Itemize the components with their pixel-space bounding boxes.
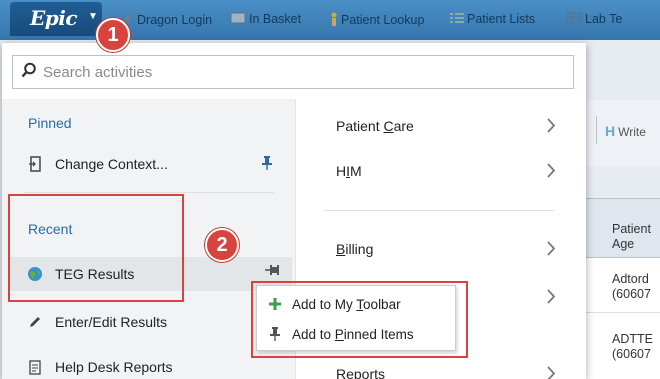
report-icon xyxy=(24,359,46,375)
chevron-right-icon xyxy=(547,289,556,307)
pencil-icon xyxy=(24,315,46,329)
category-reports[interactable]: Reports xyxy=(336,359,556,379)
toolbar-dragon-login[interactable]: Dragon Login xyxy=(122,12,212,29)
grid-icon xyxy=(566,12,582,27)
toolbar-patient-lists[interactable]: Patient Lists xyxy=(450,12,535,27)
epic-logo: Epic xyxy=(30,6,78,30)
toolbar-patient-lookup[interactable]: Patient Lookup xyxy=(330,12,424,29)
pinned-item-change-context[interactable]: Change Context... xyxy=(10,147,292,181)
toolbar-lab-test[interactable]: Lab Te xyxy=(566,12,622,27)
toolbar-in-basket[interactable]: In Basket xyxy=(230,12,301,27)
divider xyxy=(324,210,554,211)
write-icon: H xyxy=(605,123,616,139)
search-input[interactable] xyxy=(43,63,543,81)
step-badge-2: 2 xyxy=(205,228,239,262)
chevron-right-icon xyxy=(547,366,556,379)
table-row[interactable]: ADTTE (60607 xyxy=(612,332,660,362)
chevron-right-icon xyxy=(547,163,556,181)
divider xyxy=(580,312,660,313)
table-row[interactable]: Adtord (60607 xyxy=(612,272,660,302)
list-item-label: Change Context... xyxy=(55,156,168,172)
chevron-down-icon: ▼ xyxy=(88,11,98,22)
category-patient-care[interactable]: Patient Care xyxy=(336,111,556,141)
list-icon xyxy=(450,12,464,27)
epic-menu-button[interactable]: Epic ▼ xyxy=(10,2,102,36)
category-label: Patient Care xyxy=(336,118,414,134)
annotation-highlight-context-menu xyxy=(251,281,468,358)
toolbar-item-label: Dragon Login xyxy=(137,12,213,27)
recent-item-enter-edit-results[interactable]: Enter/Edit Results xyxy=(10,305,292,339)
list-item-label: Enter/Edit Results xyxy=(55,314,168,330)
chevron-right-icon xyxy=(547,118,556,136)
category-label: HIM xyxy=(336,163,362,179)
chevron-right-icon xyxy=(547,241,556,259)
category-him[interactable]: HIM xyxy=(336,156,556,186)
pin-options-button[interactable] xyxy=(262,262,284,282)
toolbar-item-label: Patient Lookup xyxy=(341,12,425,27)
list-item-label: Help Desk Reports xyxy=(55,359,173,375)
category-billing[interactable]: Billing xyxy=(336,234,556,264)
search-box[interactable] xyxy=(12,55,574,89)
toolbar-item-label: Patient Lists xyxy=(467,12,536,26)
category-label: Reports xyxy=(336,366,386,379)
write-button[interactable]: H Write xyxy=(605,123,646,139)
toolbar-item-label: In Basket xyxy=(249,12,302,26)
annotation-highlight-recent xyxy=(8,194,184,302)
divider xyxy=(596,116,597,144)
step-badge-1: 1 xyxy=(96,18,130,52)
search-icon xyxy=(21,62,37,83)
column-header-patient[interactable]: Patient Age xyxy=(612,222,660,252)
recent-item-help-desk-reports[interactable]: Help Desk Reports xyxy=(10,350,292,379)
pin-icon xyxy=(264,263,282,282)
category-label: Billing xyxy=(336,241,374,257)
door-icon xyxy=(24,156,46,172)
toolbar-item-label: Lab Te xyxy=(585,12,623,26)
person-icon xyxy=(330,12,338,29)
inbox-icon xyxy=(230,12,246,27)
pin-icon[interactable] xyxy=(262,156,272,173)
pinned-section-title: Pinned xyxy=(28,115,72,131)
divider xyxy=(24,192,274,193)
